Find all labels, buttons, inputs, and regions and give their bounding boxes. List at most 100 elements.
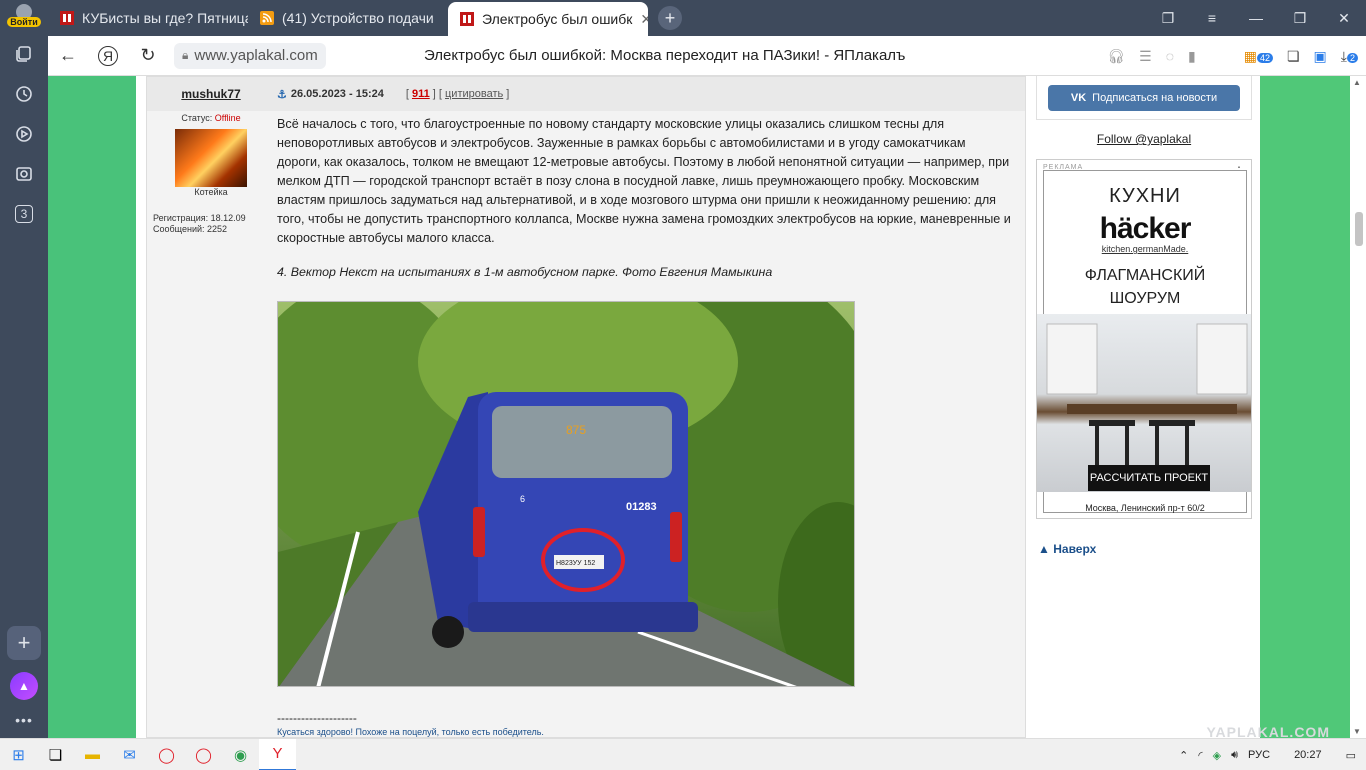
follow-link[interactable]: Follow @yaplakal	[1036, 132, 1252, 146]
route-number: 875	[566, 423, 586, 437]
web-page: mushuk77 ⚓︎ 26.05.2023 - 15:24 [ 911 ] [ …	[48, 76, 1350, 738]
chrome-icon[interactable]: ◉	[222, 739, 259, 770]
yandex-browser-icon[interactable]: Y	[259, 738, 296, 770]
ad-address: Москва, Ленинский пр-т 60/2	[1085, 503, 1205, 513]
post-text: Всё началось с того, что благоустроенные…	[277, 117, 1011, 245]
mail-icon[interactable]: ✉	[111, 739, 148, 770]
tab-kubisty[interactable]: КУБисты вы где? Пятница	[48, 0, 248, 36]
vk-subscribe-button[interactable]: VK Подписаться на новости	[1048, 84, 1240, 111]
username-link[interactable]: mushuk77	[147, 87, 275, 101]
page-content: mushuk77 ⚓︎ 26.05.2023 - 15:24 [ 911 ] [ …	[136, 76, 1260, 738]
post-date-text: 26.05.2023 - 15:24	[290, 88, 384, 100]
opera-gx-icon[interactable]: ◯	[185, 739, 222, 770]
volume-icon[interactable]: 🔊︎	[1231, 749, 1238, 762]
screenshot-icon[interactable]	[0, 154, 48, 194]
alice-assistant-icon[interactable]: ▲	[10, 672, 38, 700]
status-value: Offline	[214, 113, 241, 123]
new-tab-button[interactable]: +	[658, 6, 682, 30]
collections-toolbar-icon[interactable]: ❏	[1287, 48, 1300, 65]
ad-brand-sub: kitchen.germanMade.	[1101, 244, 1189, 254]
clock[interactable]: 20:27	[1280, 749, 1336, 761]
user-status: Статус: Offline	[147, 113, 275, 123]
ad-cta-button[interactable]: РАССЧИТАТЬ ПРОЕКТ	[1088, 465, 1210, 491]
notifications-badge[interactable]: 3	[0, 194, 48, 234]
tray-app-icon[interactable]: ◈	[1213, 749, 1221, 762]
screenshot-toolbar-icon[interactable]: ▣	[1314, 48, 1327, 65]
scroll-down-icon[interactable]: ▼	[1353, 727, 1361, 736]
login-button[interactable]: Войти	[4, 4, 44, 34]
yandex-icon[interactable]: Я	[88, 36, 128, 76]
downloads-badge: 2	[1346, 52, 1358, 63]
url-text: www.yaplakal.com	[194, 47, 318, 64]
tab-label: (41) Устройство подачи	[282, 10, 434, 26]
menu-icon[interactable]: ≡	[1190, 10, 1234, 26]
tab-bar: КУБисты вы где? Пятница (41) Устройство …	[48, 0, 1366, 36]
tab-ustroystvo[interactable]: (41) Устройство подачи	[248, 0, 448, 36]
maximize-button[interactable]: ❒	[1278, 10, 1322, 27]
opera-icon[interactable]: ◯	[148, 739, 185, 770]
ad-line2: ФЛАГМАНСКИЙ	[1084, 267, 1206, 284]
downloads-icon[interactable]: ⤓ 2	[1341, 48, 1358, 65]
back-to-top-link[interactable]: ▲ Наверх	[1038, 542, 1096, 556]
close-tab-icon[interactable]: ✕	[640, 11, 648, 28]
windows-taskbar: ⊞ ❏ ▬ ✉ ◯ ◯ ◉ Y ⌃ ◜ ◈ 🔊︎ РУС 20:27 ▭	[0, 738, 1366, 770]
login-label: Войти	[7, 17, 41, 27]
reload-button[interactable]: ↻	[128, 36, 168, 76]
vk-icon: VK	[1070, 91, 1087, 104]
video-icon[interactable]	[0, 114, 48, 154]
more-icon[interactable]: •••	[15, 712, 33, 728]
language-indicator[interactable]: РУС	[1248, 749, 1270, 761]
side-number: 6	[520, 494, 525, 504]
page-scrollbar[interactable]: ▲ ▼	[1350, 76, 1366, 738]
browser-window: Войти 3 + ▲ ••• КУБисты вы где? Пятница …	[0, 0, 1366, 770]
history-icon[interactable]	[0, 74, 48, 114]
page-title: Электробус был ошибкой: Москва переходит…	[424, 47, 906, 64]
vk-subscribe-box: VK Подписаться на новости	[1036, 76, 1252, 120]
headphones-icon[interactable]: 🎧︎	[1107, 48, 1125, 65]
rss-icon	[260, 11, 274, 25]
start-button[interactable]: ⊞	[0, 739, 37, 770]
reg-date: 18.12.09	[210, 213, 246, 223]
photo-caption: 4. Вектор Некст на испытаниях в 1-м авто…	[277, 265, 773, 279]
ad-line1: КУХНИ	[1109, 185, 1181, 207]
up-link-label: Наверх	[1053, 542, 1097, 556]
quote-link[interactable]: цитировать	[445, 88, 503, 100]
bookmark-icon[interactable]: ▮	[1188, 48, 1196, 65]
tab-elektrobus[interactable]: Электробус был ошибк ✕	[448, 2, 648, 36]
tray-expand-icon[interactable]: ⌃	[1179, 749, 1188, 762]
bus-photo-image: 875 01283 6 Н823УУ 152	[278, 302, 854, 686]
minimize-button[interactable]: —	[1234, 10, 1278, 26]
scroll-up-icon[interactable]: ▲	[1353, 78, 1361, 87]
ad-content: КУХНИ häcker kitchen.germanMade. ФЛАГМАН…	[1037, 170, 1251, 513]
back-button[interactable]: ←	[48, 36, 88, 76]
translate-icon[interactable]: ◌	[1166, 48, 1174, 64]
forum-post: mushuk77 ⚓︎ 26.05.2023 - 15:24 [ 911 ] [ …	[146, 76, 1026, 738]
msgs-count: 2252	[207, 224, 228, 234]
url-field[interactable]: 🔒︎ www.yaplakal.com	[174, 42, 326, 69]
scroll-thumb[interactable]	[1355, 212, 1363, 246]
reader-mode-icon[interactable]: ☰	[1139, 48, 1152, 65]
file-explorer-icon[interactable]: ▬	[74, 739, 111, 770]
collections-icon[interactable]	[0, 34, 48, 74]
status-label: Статус:	[181, 113, 213, 123]
wifi-icon[interactable]: ◜	[1198, 749, 1202, 762]
bus-photo[interactable]: 875 01283 6 Н823УУ 152	[277, 301, 855, 687]
ad-brand: häcker	[1099, 212, 1192, 245]
anchor-icon[interactable]: ⚓︎	[277, 88, 287, 101]
reg-label: Регистрация:	[153, 213, 209, 223]
rating-value[interactable]: 911	[412, 88, 430, 100]
tab-label: Электробус был ошибк	[482, 11, 633, 27]
add-panel-button[interactable]: +	[7, 626, 41, 660]
user-avatar[interactable]	[175, 129, 247, 187]
close-window-button[interactable]: ✕	[1322, 10, 1366, 27]
ad-banner[interactable]: РЕКЛАМА ⋮ КУХНИ häcker kitchen.germanMad…	[1036, 159, 1252, 519]
bookmarks-manager-icon[interactable]: ❐	[1146, 10, 1190, 27]
address-bar: ← Я ↻ 🔒︎ www.yaplakal.com Электробус был…	[48, 36, 1366, 76]
task-view-icon[interactable]: ❏	[37, 739, 74, 770]
post-date: ⚓︎ 26.05.2023 - 15:24	[277, 88, 384, 101]
badge-count: 3	[15, 205, 33, 223]
extensions-icon[interactable]: ▦ 42	[1244, 48, 1273, 65]
post-rating: [ 911 ] [ цитировать ]	[405, 88, 510, 100]
notifications-icon[interactable]: ▭	[1346, 749, 1356, 762]
user-title: Котейка	[194, 187, 228, 197]
